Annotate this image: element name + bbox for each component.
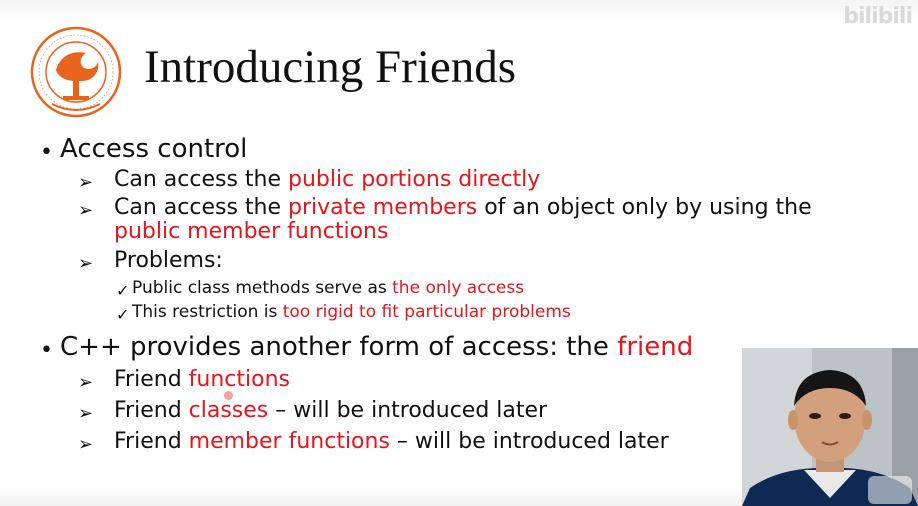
arrowhead-icon: ➢ bbox=[78, 434, 94, 455]
bullet-access-control: Access control bbox=[60, 134, 247, 164]
text-run: This restriction is bbox=[132, 302, 283, 322]
bullet-friend: C++ provides another form of access: the… bbox=[60, 332, 693, 362]
arrowhead-icon: ➢ bbox=[78, 372, 94, 393]
text-run: Friend bbox=[114, 398, 189, 423]
presenter-video bbox=[742, 348, 918, 506]
bottom-strip bbox=[0, 488, 742, 506]
highlighted-text: member functions bbox=[188, 429, 390, 454]
text-run: of an object only by using the bbox=[477, 195, 812, 220]
arrowhead-icon: ➢ bbox=[78, 403, 94, 424]
bullet-dot: • bbox=[40, 140, 53, 165]
text-run: C++ provides another form of access: the bbox=[60, 332, 618, 362]
highlighted-text: functions bbox=[188, 367, 290, 392]
sub-private-members-cont: public member functions bbox=[114, 219, 388, 244]
bullet-dot: • bbox=[40, 338, 53, 363]
arrowhead-icon: ➢ bbox=[78, 253, 94, 274]
sub-friend-1: Friend classes – will be introduced late… bbox=[114, 398, 547, 423]
text-run: Access control bbox=[60, 134, 248, 164]
highlighted-text: friend bbox=[617, 332, 694, 362]
check-too-rigid: This restriction is too rigid to fit par… bbox=[132, 302, 571, 322]
sub-public-portions: Can access the public portions directly bbox=[114, 167, 540, 192]
sub-friend-0: Friend functions bbox=[114, 367, 290, 392]
text-run: Problems: bbox=[114, 248, 223, 273]
highlighted-text: public portions directly bbox=[288, 167, 541, 192]
highlighted-text: the only access bbox=[392, 278, 525, 298]
highlighted-text: private members bbox=[288, 195, 478, 220]
highlighted-text: too rigid to fit particular problems bbox=[282, 302, 571, 322]
sub-friend-2: Friend member functions – will be introd… bbox=[114, 429, 669, 454]
highlighted-text: classes bbox=[188, 398, 269, 423]
text-run: Public class methods serve as bbox=[132, 278, 393, 298]
text-run: Can access the bbox=[114, 167, 289, 192]
arrowhead-icon: ➢ bbox=[78, 172, 94, 193]
checkmark-icon: ✓ bbox=[116, 281, 130, 300]
text-run: – will be introduced later bbox=[268, 398, 548, 423]
sub-problems: Problems: bbox=[114, 248, 223, 273]
text-run: – will be introduced later bbox=[389, 429, 669, 454]
sub-private-members: Can access the private members of an obj… bbox=[114, 195, 812, 220]
text-run: Can access the bbox=[114, 195, 289, 220]
highlighted-text: public member functions bbox=[114, 219, 389, 244]
text-run: Friend bbox=[114, 429, 189, 454]
arrowhead-icon: ➢ bbox=[78, 200, 94, 221]
checkmark-icon: ✓ bbox=[116, 305, 130, 324]
text-run: Friend bbox=[114, 367, 189, 392]
pointer-dot bbox=[224, 391, 233, 400]
check-only-access: Public class methods serve as the only a… bbox=[132, 278, 524, 298]
